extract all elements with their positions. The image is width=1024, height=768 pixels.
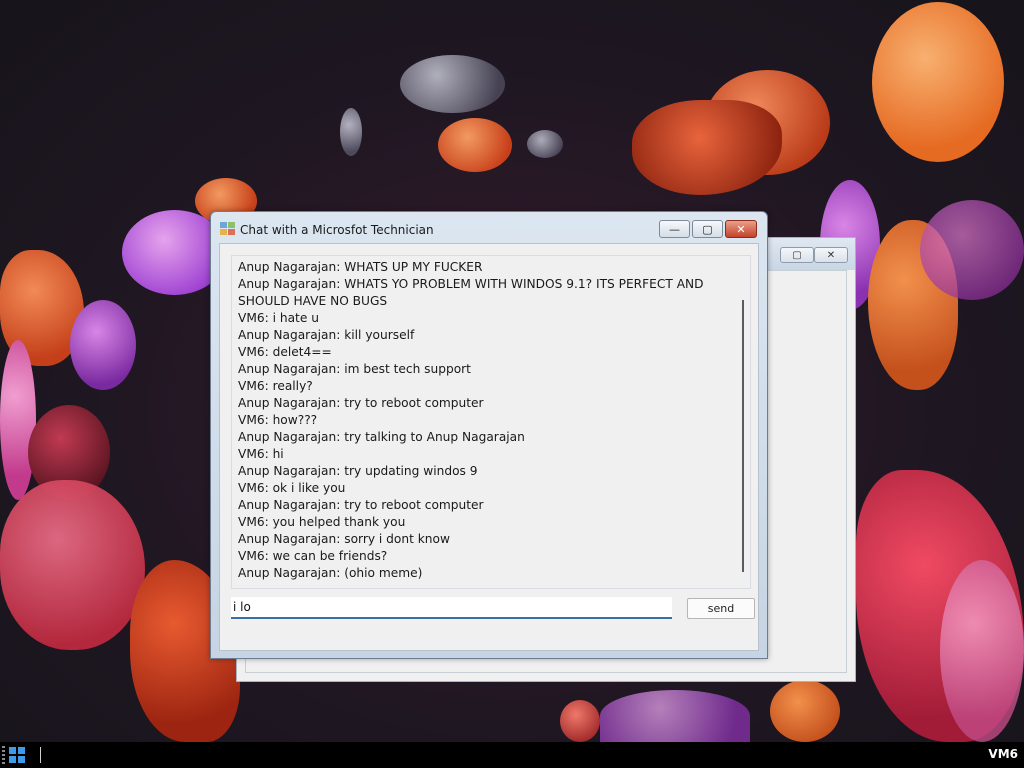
- chat-message: Anup Nagarajan: try updating windos 9: [238, 464, 478, 478]
- chat-window-client: Anup Nagarajan: WHATS UP MY FUCKER Anup N…: [219, 243, 759, 651]
- chat-message: Anup Nagarajan: (ohio meme): [238, 566, 423, 580]
- close-icon: ✕: [736, 222, 746, 236]
- windows-logo-icon: [9, 747, 25, 763]
- background-window-maximize-button[interactable]: ▢: [780, 247, 814, 263]
- background-window-close-button[interactable]: ✕: [814, 247, 848, 263]
- chat-message: VM6: ok i like you: [238, 481, 346, 495]
- send-button[interactable]: send: [687, 598, 755, 619]
- message-list: Anup Nagarajan: WHATS UP MY FUCKER Anup N…: [238, 259, 728, 582]
- chat-message: VM6: we can be friends?: [238, 549, 388, 563]
- chat-message: Anup Nagarajan: kill yourself: [238, 328, 415, 342]
- window-title: Chat with a Microsfot Technician: [240, 223, 434, 237]
- chat-message: VM6: really?: [238, 379, 313, 393]
- chat-message: VM6: you helped thank you: [238, 515, 406, 529]
- start-button[interactable]: [2, 744, 32, 766]
- minimize-icon: —: [669, 222, 680, 236]
- minimize-button[interactable]: —: [659, 220, 690, 238]
- chat-message: VM6: delet4==: [238, 345, 332, 359]
- taskbar-separator: [40, 747, 41, 763]
- chat-message: Anup Nagarajan: try talking to Anup Naga…: [238, 430, 525, 444]
- chat-log-scrollbar[interactable]: [742, 300, 744, 572]
- chat-window: Chat with a Microsfot Technician — ▢ ✕ A…: [210, 211, 768, 659]
- chat-message: Anup Nagarajan: try to reboot computer: [238, 396, 484, 410]
- chat-message: Anup Nagarajan: try to reboot computer: [238, 498, 484, 512]
- chat-window-titlebar[interactable]: Chat with a Microsfot Technician — ▢ ✕: [211, 212, 767, 244]
- chat-message: Anup Nagarajan: WHATS YO PROBLEM WITH WI…: [238, 277, 708, 308]
- app-icon: [220, 222, 235, 236]
- chat-log[interactable]: Anup Nagarajan: WHATS UP MY FUCKER Anup N…: [231, 255, 751, 589]
- taskbar: VM6: [0, 742, 1024, 768]
- tray-label: VM6: [988, 747, 1018, 761]
- message-input[interactable]: [231, 597, 672, 619]
- chat-message: VM6: hi: [238, 447, 284, 461]
- chat-message: VM6: how???: [238, 413, 318, 427]
- chat-message: Anup Nagarajan: sorry i dont know: [238, 532, 450, 546]
- chat-message: Anup Nagarajan: im best tech support: [238, 362, 471, 376]
- chat-message: Anup Nagarajan: WHATS UP MY FUCKER: [238, 260, 483, 274]
- maximize-button[interactable]: ▢: [692, 220, 723, 238]
- chat-message: VM6: i hate u: [238, 311, 319, 325]
- close-button[interactable]: ✕: [725, 220, 757, 238]
- maximize-icon: ▢: [702, 222, 713, 236]
